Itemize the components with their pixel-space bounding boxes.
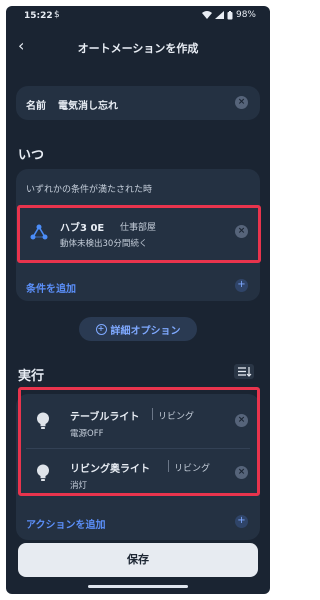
detail-options-label: 詳細オプション: [110, 325, 181, 337]
when-section-title: いつ: [18, 148, 45, 163]
page-title: オートメーションを作成: [77, 42, 199, 55]
sort-icon[interactable]: [234, 364, 254, 379]
wifi-icon: [201, 11, 212, 19]
add-action-plus-icon[interactable]: +: [235, 515, 248, 528]
condition-match-label: いずれかの条件が満たされた時: [26, 185, 153, 195]
status-right: 98%: [201, 10, 256, 20]
condition-highlight-box: [17, 205, 261, 263]
top-app-bar: ‹ オートメーションを作成: [6, 28, 270, 62]
save-button[interactable]: 保存: [18, 543, 258, 577]
execute-section-title: 実行: [18, 369, 45, 384]
status-bar: 15:22 $ 98%: [6, 6, 270, 28]
add-condition-button[interactable]: 条件を追加: [26, 280, 76, 295]
name-input[interactable]: 電気消し忘れ: [58, 97, 118, 112]
actions-highlight-box: [18, 387, 260, 496]
status-time: 15:22: [24, 11, 53, 21]
name-label: 名前: [26, 101, 46, 112]
battery-percent: 98%: [235, 10, 256, 20]
name-field[interactable]: 名前 電気消し忘れ ×: [16, 86, 260, 120]
battery-icon: [227, 10, 233, 19]
clear-name-icon[interactable]: ×: [235, 96, 248, 109]
reorder-icon: [238, 367, 252, 377]
add-condition-plus-icon[interactable]: +: [235, 279, 248, 292]
detail-options-button[interactable]: + 詳細オプション: [79, 317, 197, 341]
signal-icon: [214, 11, 224, 19]
app-screen: 15:22 $ 98% ‹ オートメーションを作成 名前 電気消し忘れ × いつ…: [6, 6, 270, 594]
plus-circle-icon: +: [95, 323, 107, 335]
add-action-button[interactable]: アクションを追加: [26, 516, 106, 531]
sim-icon: $: [54, 10, 60, 20]
gesture-home-bar[interactable]: [88, 585, 188, 588]
